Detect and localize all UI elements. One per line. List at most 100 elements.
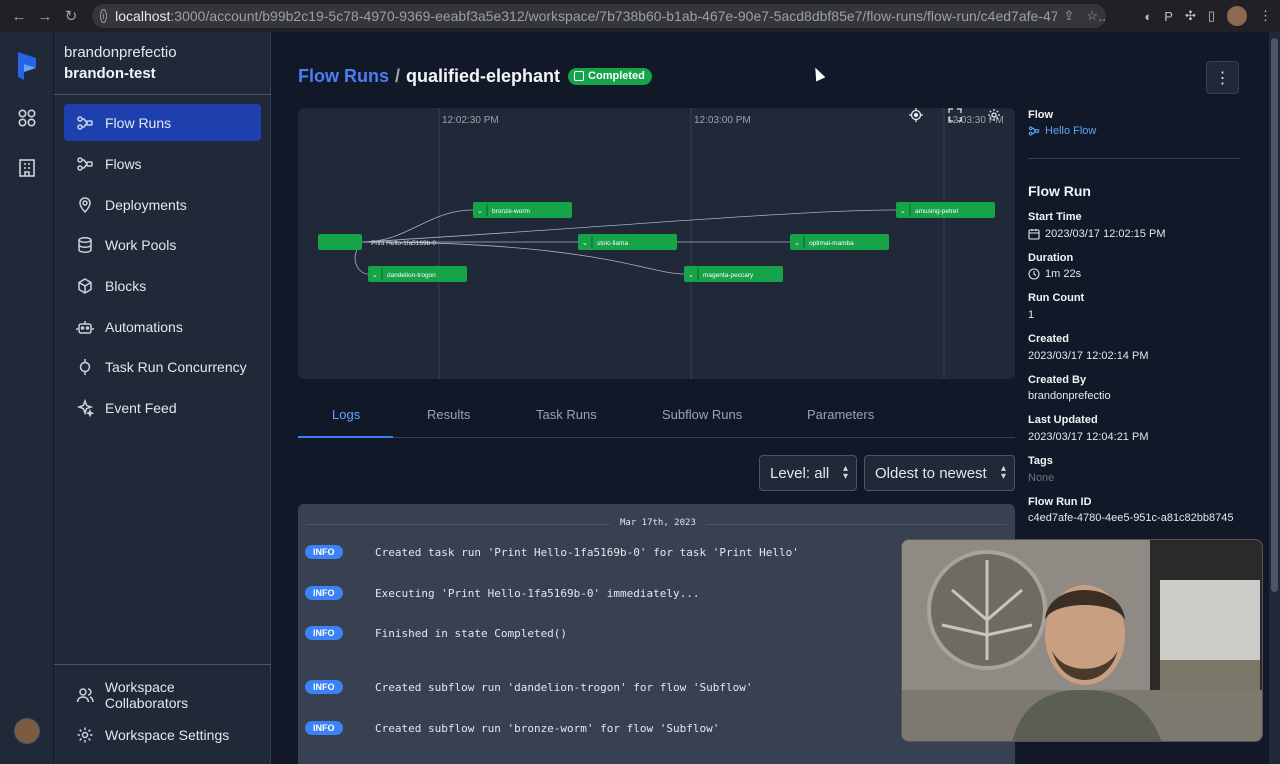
graph-node-bronze-worm[interactable]: ⌄ bronze-worm <box>473 202 572 218</box>
bookmark-star-icon[interactable]: ☆ <box>1086 8 1098 24</box>
graph-node-magenta-peccary[interactable]: ⌄ magenta-peccary <box>684 266 783 282</box>
select-arrows-icon: ▴ ▾ <box>1000 463 1006 482</box>
svg-text:⌄: ⌄ <box>372 272 378 279</box>
settings-icon <box>77 727 93 742</box>
log-date: Mar 17th, 2023 <box>610 518 706 528</box>
profile-avatar[interactable] <box>1227 6 1247 26</box>
graph-settings-icon[interactable] <box>987 108 1001 122</box>
user-avatar[interactable] <box>14 718 40 744</box>
sidebar-item-workspace-collaborators[interactable]: Workspace Collaborators <box>64 676 261 713</box>
log-level-badge: INFO <box>305 626 343 640</box>
log-message: Created task run 'Print Hello-1fa5169b-0… <box>375 546 799 559</box>
more-actions-button[interactable]: ⋮ <box>1206 61 1239 94</box>
sidebar-item-flow-runs[interactable]: Flow Runs <box>64 104 261 141</box>
graph-node-amusing-petrel[interactable]: ⌄ amusing-petrel <box>896 202 995 218</box>
address-bar[interactable]: i localhost:3000/account/b99b2c19-5c78-4… <box>92 4 1106 28</box>
workspaces-grid-icon[interactable] <box>17 108 37 128</box>
graph-node-root[interactable] <box>318 234 362 250</box>
puzzle-icon[interactable]: ✣ <box>1185 8 1196 24</box>
timeline-svg: 12:02:30 PM 12:03:00 PM 12:03:30 PM Prin… <box>318 108 1004 379</box>
graph-node-label: bronze-worm <box>492 208 530 215</box>
tab-task-runs[interactable]: Task Runs <box>536 407 597 422</box>
extension-icon[interactable]: ◐ <box>1144 9 1152 24</box>
sort-order-select[interactable]: Oldest to newest ▴ ▾ <box>864 455 1015 491</box>
log-message: Created subflow run 'bronze-worm' for fl… <box>375 722 720 735</box>
level-select[interactable]: Level: all ▴ ▾ <box>759 455 857 491</box>
prefect-extension-icon[interactable]: P <box>1164 9 1173 24</box>
select-arrows-icon: ▴ ▾ <box>842 463 848 482</box>
breadcrumb-flow-runs-link[interactable]: Flow Runs <box>298 66 389 87</box>
check-icon <box>574 71 585 81</box>
log-level-badge: INFO <box>305 680 343 694</box>
fullscreen-icon[interactable] <box>948 108 962 122</box>
flow-run-timeline-graph[interactable]: 12:02:30 PM 12:03:00 PM 12:03:30 PM Prin… <box>298 108 1015 379</box>
back-icon[interactable]: ← <box>8 5 30 27</box>
graph-node-stoic-llama[interactable]: ⌄ stoic-llama <box>578 234 677 250</box>
account-name: brandonprefectio <box>64 44 177 61</box>
run-tabs: Logs Results Task Runs Subflow Runs Para… <box>298 398 1015 438</box>
graph-node-label: amusing-petrel <box>915 208 959 215</box>
log-level-badge: INFO <box>305 545 343 559</box>
account-switcher[interactable]: brandonprefectio brandon-test <box>64 44 177 82</box>
sidebar-item-work-pools[interactable]: Work Pools <box>64 226 261 263</box>
status-badge: Completed <box>568 68 652 85</box>
reload-icon[interactable]: ↻ <box>60 5 82 27</box>
prefect-logo-icon[interactable] <box>15 50 39 82</box>
site-info-icon[interactable]: i <box>100 9 108 23</box>
active-tab-indicator <box>298 436 393 438</box>
tab-results[interactable]: Results <box>427 407 470 422</box>
sidebar-divider <box>54 94 271 95</box>
graph-node-optimal-mamba[interactable]: ⌄ optimal-mamba <box>790 234 889 250</box>
calendar-icon <box>1028 229 1040 240</box>
sidebar-item-blocks[interactable]: Blocks <box>64 267 261 304</box>
details-divider <box>1028 158 1240 159</box>
flow-link[interactable]: Hello Flow <box>1028 125 1096 137</box>
duration-value: 1m 22s <box>1028 268 1081 280</box>
svg-text:⌄: ⌄ <box>688 272 694 279</box>
breadcrumb: Flow Runs / qualified-elephant Completed <box>298 66 652 87</box>
log-level-badge: INFO <box>305 586 343 600</box>
duration-text: 1m 22s <box>1045 268 1082 280</box>
sidepanel-icon[interactable]: ▯ <box>1208 8 1215 24</box>
flow-runs-icon <box>77 115 93 130</box>
webcam-overlay <box>901 539 1263 742</box>
duration-label: Duration <box>1028 252 1074 264</box>
details-section-title: Flow Run <box>1028 183 1091 199</box>
sidebar-divider <box>54 664 271 665</box>
sidebar-item-workspace-settings[interactable]: Workspace Settings <box>64 716 261 753</box>
page-title: qualified-elephant <box>406 66 561 86</box>
url-path: :3000/account/b99b2c19-5c78-4970-9369-ee… <box>170 8 1106 24</box>
sidebar-item-deployments[interactable]: Deployments <box>64 186 261 223</box>
log-message: Executing 'Print Hello-1fa5169b-0' immed… <box>375 587 700 600</box>
sidebar-item-automations[interactable]: Automations <box>64 308 261 345</box>
sidebar-item-label: Flows <box>105 155 142 172</box>
scrollbar-thumb[interactable] <box>1271 38 1278 592</box>
app-rail <box>0 32 54 764</box>
sidebar-item-label: Workspace Settings <box>105 726 230 743</box>
last-updated-value: 2023/03/17 12:04:21 PM <box>1028 431 1149 443</box>
menu-icon[interactable]: ⋮ <box>1259 8 1272 24</box>
building-icon[interactable] <box>17 158 37 178</box>
share-icon[interactable]: ⇪ <box>1063 8 1074 24</box>
sidebar-item-label: Event Feed <box>105 399 177 416</box>
recenter-icon[interactable] <box>909 108 923 122</box>
page-scrollbar[interactable] <box>1269 32 1280 764</box>
start-time-text: 2023/03/17 12:02:15 PM <box>1045 228 1166 240</box>
sidebar-item-label: Automations <box>105 318 183 335</box>
sidebar-item-flows[interactable]: Flows <box>64 145 261 182</box>
forward-icon[interactable]: → <box>34 5 56 27</box>
start-time-value: 2023/03/17 12:02:15 PM <box>1028 228 1165 240</box>
level-select-value: Level: all <box>770 464 830 482</box>
tab-parameters[interactable]: Parameters <box>807 407 874 422</box>
tags-label: Tags <box>1028 455 1053 467</box>
tab-logs[interactable]: Logs <box>332 407 360 422</box>
svg-text:⌄: ⌄ <box>900 208 906 215</box>
flow-label: Flow <box>1028 109 1054 121</box>
sort-order-value: Oldest to newest <box>875 464 987 482</box>
tab-subflow-runs[interactable]: Subflow Runs <box>662 407 742 422</box>
deployments-icon <box>79 196 91 213</box>
sidebar-item-event-feed[interactable]: Event Feed <box>64 389 261 426</box>
graph-node-dandelion-trogon[interactable]: ⌄ dandelion-trogon <box>368 266 467 282</box>
sidebar-item-task-run-concurrency[interactable]: Task Run Concurrency <box>64 348 261 385</box>
sidebar-item-label: Deployments <box>105 196 187 213</box>
